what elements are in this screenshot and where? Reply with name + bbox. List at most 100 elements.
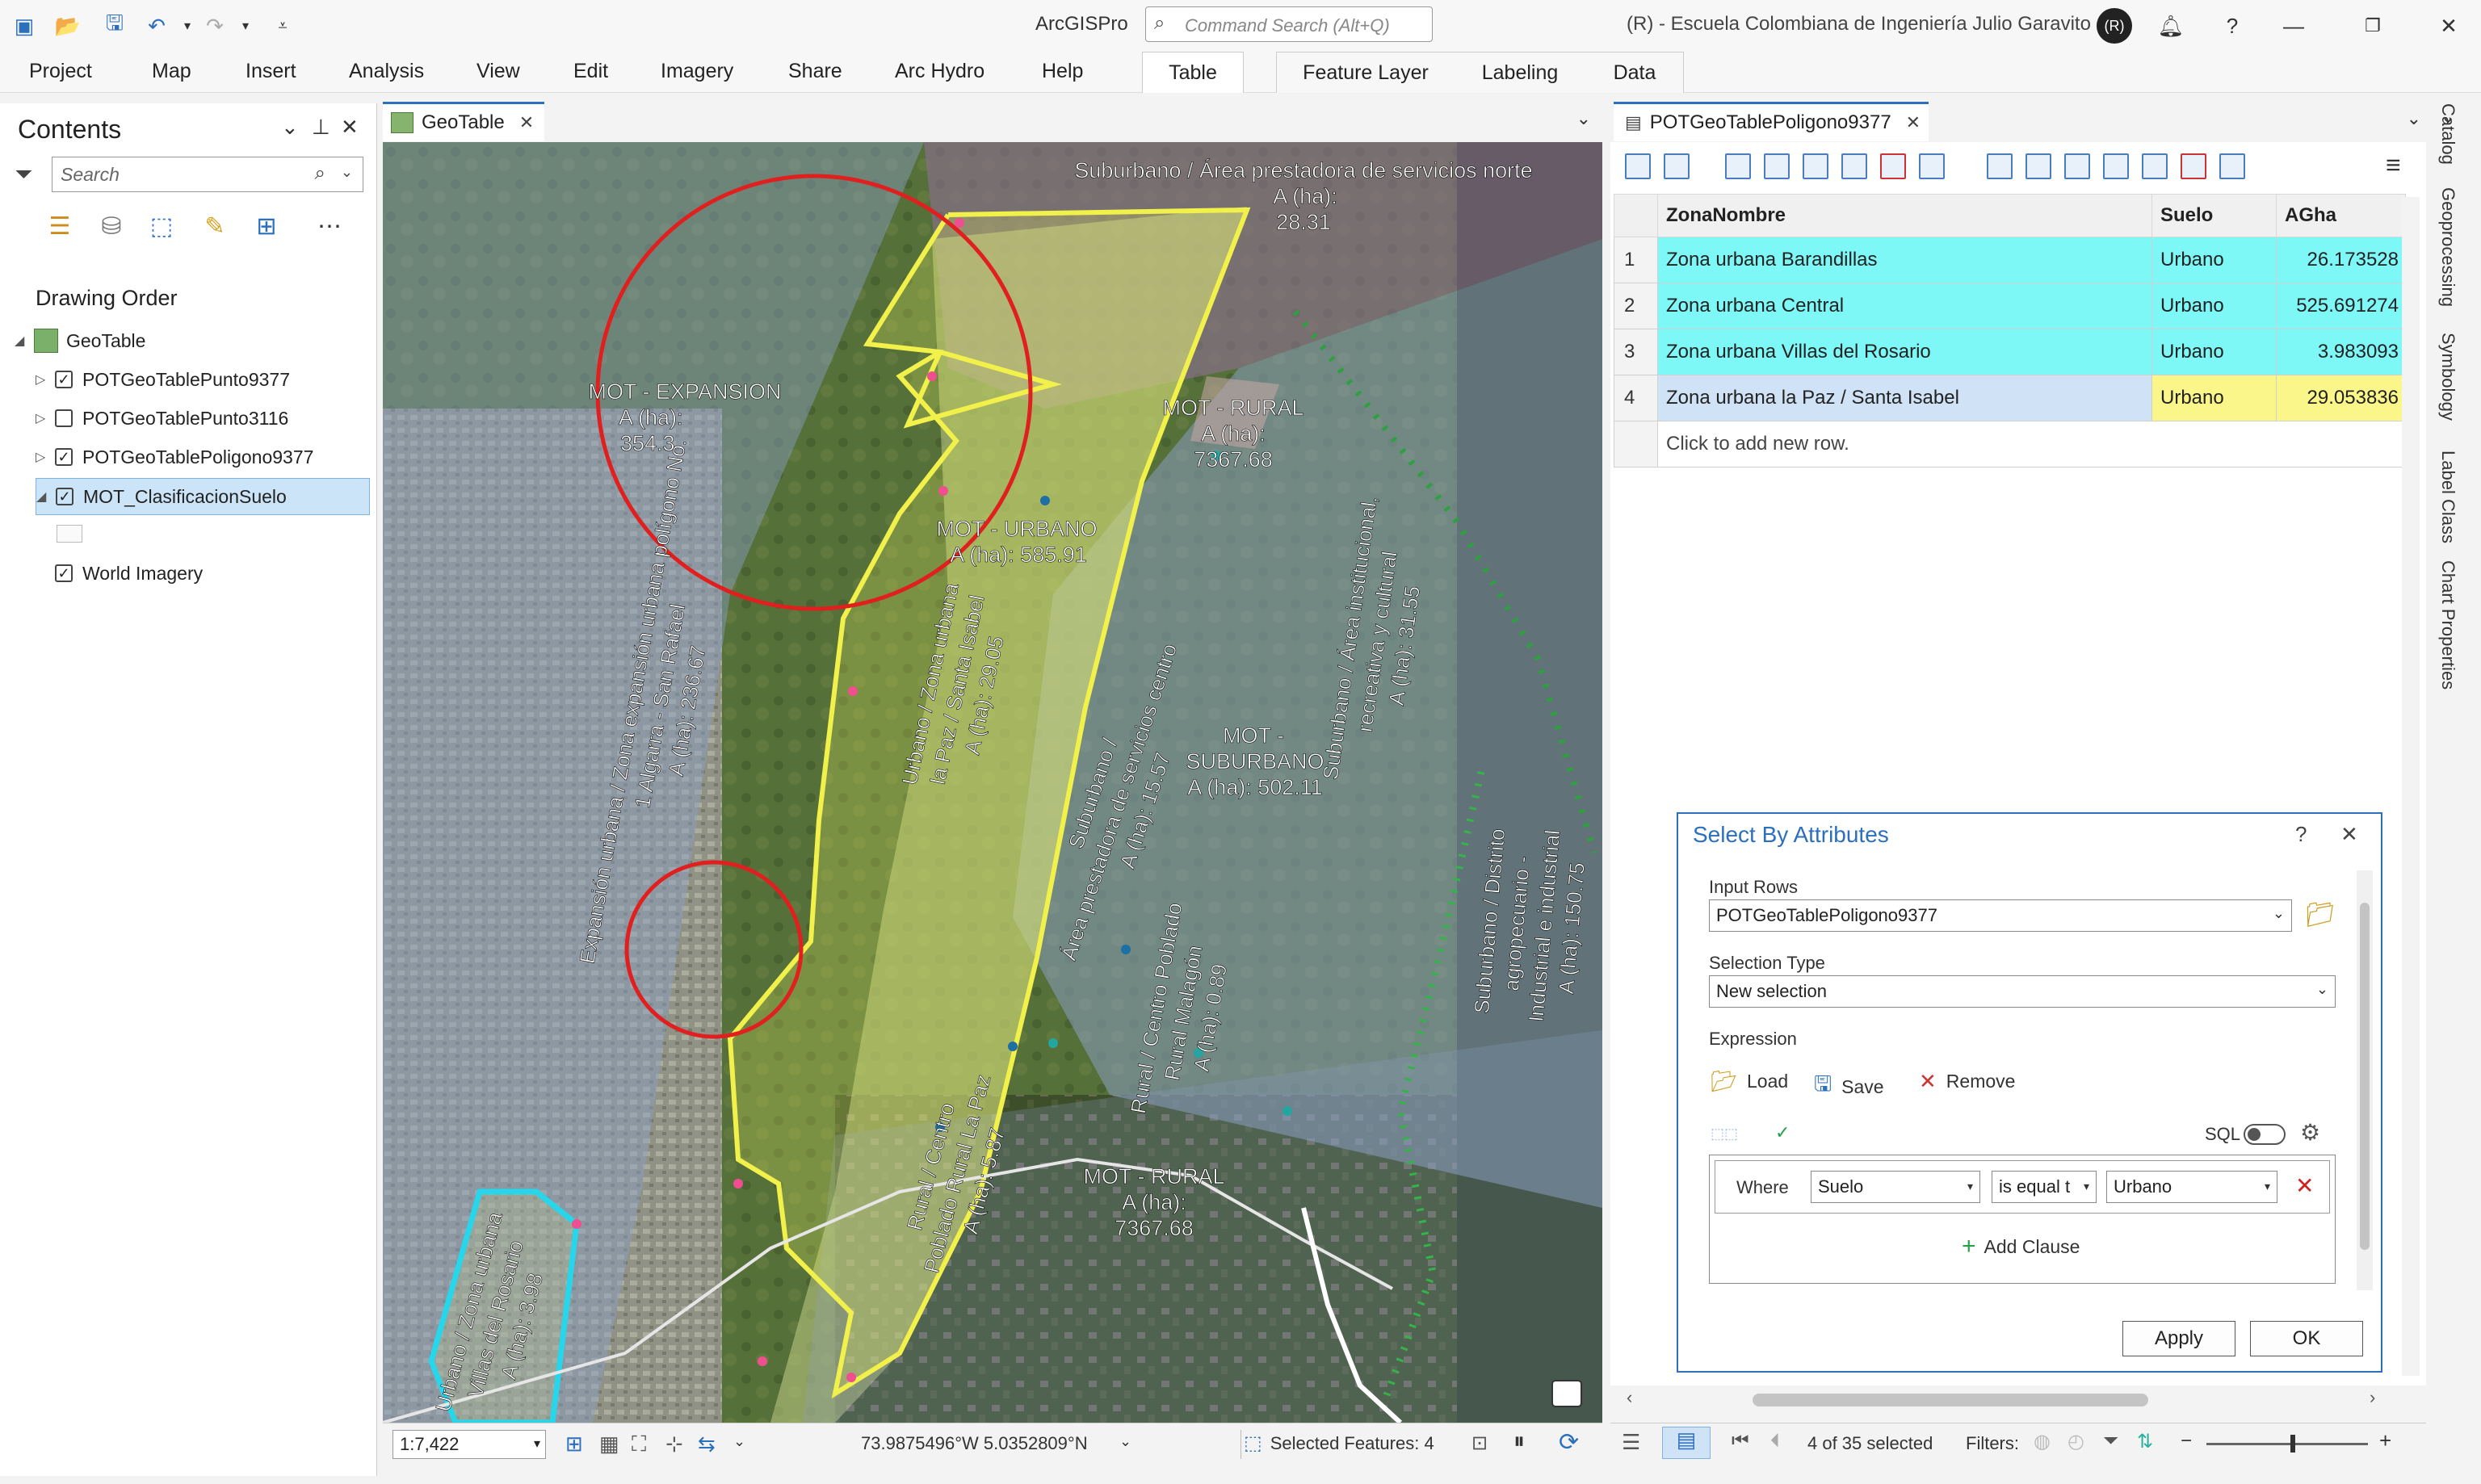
map-scale-combo[interactable]: 1:7,422 ▾ — [393, 1430, 546, 1459]
layer-visibility-checkbox[interactable]: ✓ — [55, 564, 73, 582]
list-by-snapping-icon[interactable]: ⊞ — [249, 208, 284, 244]
table-row[interactable]: 3 Zona urbana Villas del Rosario Urbano … — [1614, 329, 2406, 375]
selection-type-combo[interactable]: New selection ⌄ — [1709, 975, 2336, 1008]
browse-folder-icon[interactable]: 📁︎ — [2305, 901, 2336, 929]
restore-icon[interactable]: ❐ — [2355, 8, 2391, 44]
add-field-icon[interactable] — [1625, 153, 1651, 179]
layer-visibility-checkbox[interactable]: ✓ — [56, 488, 73, 505]
unselect-highlighted-icon[interactable] — [2181, 153, 2206, 179]
column-header-suelo[interactable]: Suelo — [2151, 194, 2277, 237]
layer-row[interactable]: ▷ ✓ POTGeoTablePoligono9377 — [36, 439, 313, 475]
more-options-icon[interactable]: ⋯ — [312, 208, 347, 244]
show-all-records-icon[interactable] — [2142, 153, 2168, 179]
select-by-attributes-icon[interactable] — [1725, 153, 1751, 179]
switch-selection-icon[interactable] — [1803, 153, 1828, 179]
layer-visibility-checkbox[interactable]: ✓ — [55, 371, 73, 388]
clear-selection-icon[interactable] — [1841, 153, 1867, 179]
horizontal-scroll-thumb[interactable] — [1753, 1394, 2148, 1406]
sql-toggle[interactable] — [2244, 1124, 2286, 1145]
table-row-current[interactable]: 4 Zona urbana la Paz / Santa Isabel Urba… — [1614, 375, 2406, 421]
filter-extent-icon[interactable]: ◍ — [2034, 1430, 2051, 1453]
column-header-agha[interactable]: AGha — [2276, 194, 2406, 237]
dock-tab-label-class[interactable]: Label Class — [2437, 451, 2458, 543]
tab-attribute-table[interactable]: ▤ POTGeoTablePoligono9377 ✕ — [1614, 102, 1929, 141]
layer-row[interactable]: ▷ POTGeoTablePunto3116 — [36, 400, 288, 436]
undo-icon[interactable]: ↶ — [142, 11, 171, 40]
close-pane-icon[interactable]: ✕ — [341, 115, 359, 140]
filter-time-icon[interactable]: ◴ — [2068, 1430, 2084, 1453]
cell-suelo[interactable]: Urbano — [2151, 237, 2277, 283]
filter-by-extent-icon[interactable] — [2064, 153, 2090, 179]
collapse-icon[interactable]: ◢ — [36, 488, 51, 505]
correction-icon[interactable]: ⇆ — [698, 1432, 716, 1457]
cell-zonanombre[interactable]: Zona urbana la Paz / Santa Isabel — [1657, 375, 2152, 421]
scroll-left-icon[interactable]: ‹ — [1627, 1387, 1632, 1408]
clause-mode-icon[interactable]: ⬚⬚ — [1711, 1126, 1738, 1142]
redo-dropdown-icon[interactable]: ▾ — [231, 11, 260, 40]
table-horizontal-scrollbar[interactable]: ‹ › — [1610, 1385, 2426, 1413]
zoom-out-icon[interactable]: − — [2181, 1430, 2192, 1453]
sort-icon[interactable] — [2026, 153, 2051, 179]
column-header-zonanombre[interactable]: ZonaNombre — [1657, 194, 2152, 237]
layer-row[interactable]: ✓ World Imagery — [36, 555, 203, 591]
cell-zonanombre[interactable]: Zona urbana Villas del Rosario — [1657, 329, 2152, 375]
list-by-editing-icon[interactable]: ✎ — [197, 208, 233, 244]
copy-selected-icon[interactable] — [1919, 153, 1945, 179]
dialog-scroll-thumb[interactable] — [2360, 903, 2370, 1250]
load-expression-button[interactable]: 📂︎ Load — [1711, 1069, 1788, 1094]
field-view-icon[interactable] — [1987, 153, 2013, 179]
cell-suelo[interactable]: Urbano — [2151, 329, 2277, 375]
filter-icon[interactable]: ⏷ — [15, 161, 32, 188]
tab-labeling[interactable]: Labeling — [1454, 52, 1586, 93]
zoom-slider-thumb[interactable] — [2290, 1435, 2295, 1453]
dock-tab-geoprocessing[interactable]: Geoprocessing — [2437, 187, 2458, 307]
map-navigation-icon[interactable]: ⊡ — [1471, 1432, 1488, 1455]
customize-toolbar-icon[interactable]: ⩡ — [268, 11, 297, 40]
cell-agha[interactable]: 29.053836 — [2276, 375, 2406, 421]
cell-suelo[interactable]: Urbano — [2151, 375, 2277, 421]
zoom-slider[interactable] — [2206, 1443, 2368, 1445]
close-tab-icon[interactable]: ✕ — [1906, 112, 1921, 133]
close-tab-icon[interactable]: ✕ — [519, 112, 534, 133]
expand-icon[interactable]: ▷ — [36, 371, 50, 388]
dialog-vertical-scrollbar[interactable] — [2357, 870, 2373, 1290]
table-vertical-scrollbar[interactable] — [2402, 197, 2420, 1376]
operator-combo[interactable]: is equal t ▾ — [1992, 1171, 2097, 1203]
show-all-records-view-icon[interactable]: ☰ — [1622, 1430, 1640, 1455]
zoom-to-selection-icon[interactable] — [1764, 153, 1790, 179]
tab-imagery[interactable]: Imagery — [661, 60, 733, 83]
pause-drawing-icon[interactable]: ⏸ — [1513, 1428, 1525, 1455]
tab-help[interactable]: Help — [1042, 60, 1083, 83]
verify-expression-icon[interactable]: ✓ — [1775, 1122, 1790, 1143]
zoom-in-icon[interactable]: + — [2379, 1428, 2391, 1453]
tab-list-dropdown-icon[interactable]: ⌄ — [2407, 108, 2421, 129]
new-row[interactable]: Click to add new row. — [1614, 421, 2406, 467]
calculate-field-icon[interactable] — [1664, 153, 1690, 179]
collapse-icon[interactable]: ◢ — [15, 333, 29, 349]
list-by-drawing-order-icon[interactable]: ☰ — [42, 208, 78, 244]
remove-expression-button[interactable]: ✕ Remove — [1919, 1069, 2015, 1094]
tree-map-geotable[interactable]: ◢ GeoTable — [15, 323, 145, 358]
row-number[interactable]: 3 — [1614, 329, 1658, 375]
map-canvas[interactable]: Suburbano / Área prestadora de servicios… — [383, 142, 1602, 1423]
delete-selected-icon[interactable] — [1880, 153, 1906, 179]
ok-button[interactable]: OK — [2250, 1321, 2363, 1356]
command-search-input[interactable]: ⌕ Command Search (Alt+Q) — [1145, 6, 1433, 42]
cell-agha[interactable]: 3.983093 — [2276, 329, 2406, 375]
table-row[interactable]: 1 Zona urbana Barandillas Urbano 26.1735… — [1614, 237, 2406, 283]
cell-suelo[interactable]: Urbano — [2151, 283, 2277, 329]
tab-analysis[interactable]: Analysis — [349, 60, 424, 83]
expand-icon[interactable]: ▷ — [36, 410, 50, 426]
list-by-data-source-icon[interactable]: ⛁ — [94, 208, 129, 244]
apply-button[interactable]: Apply — [2122, 1321, 2235, 1356]
cell-zonanombre[interactable]: Zona urbana Barandillas — [1657, 237, 2152, 283]
scroll-right-icon[interactable]: › — [2370, 1387, 2375, 1408]
constraints-icon[interactable]: ⊹ — [665, 1432, 683, 1457]
save-project-icon[interactable]: 🖫 — [100, 10, 129, 40]
notifications-icon[interactable]: 🔔︎ — [2153, 8, 2189, 44]
undo-dropdown-icon[interactable]: ▾ — [173, 11, 202, 40]
table-row[interactable]: 2 Zona urbana Central Urbano 525.691274 — [1614, 283, 2406, 329]
attribute-grid[interactable]: ZonaNombre Suelo AGha 1 Zona urbana Bara… — [1614, 194, 2406, 467]
input-rows-combo[interactable]: POTGeoTablePoligono9377 ⌄ — [1709, 899, 2292, 932]
cell-agha[interactable]: 525.691274 — [2276, 283, 2406, 329]
